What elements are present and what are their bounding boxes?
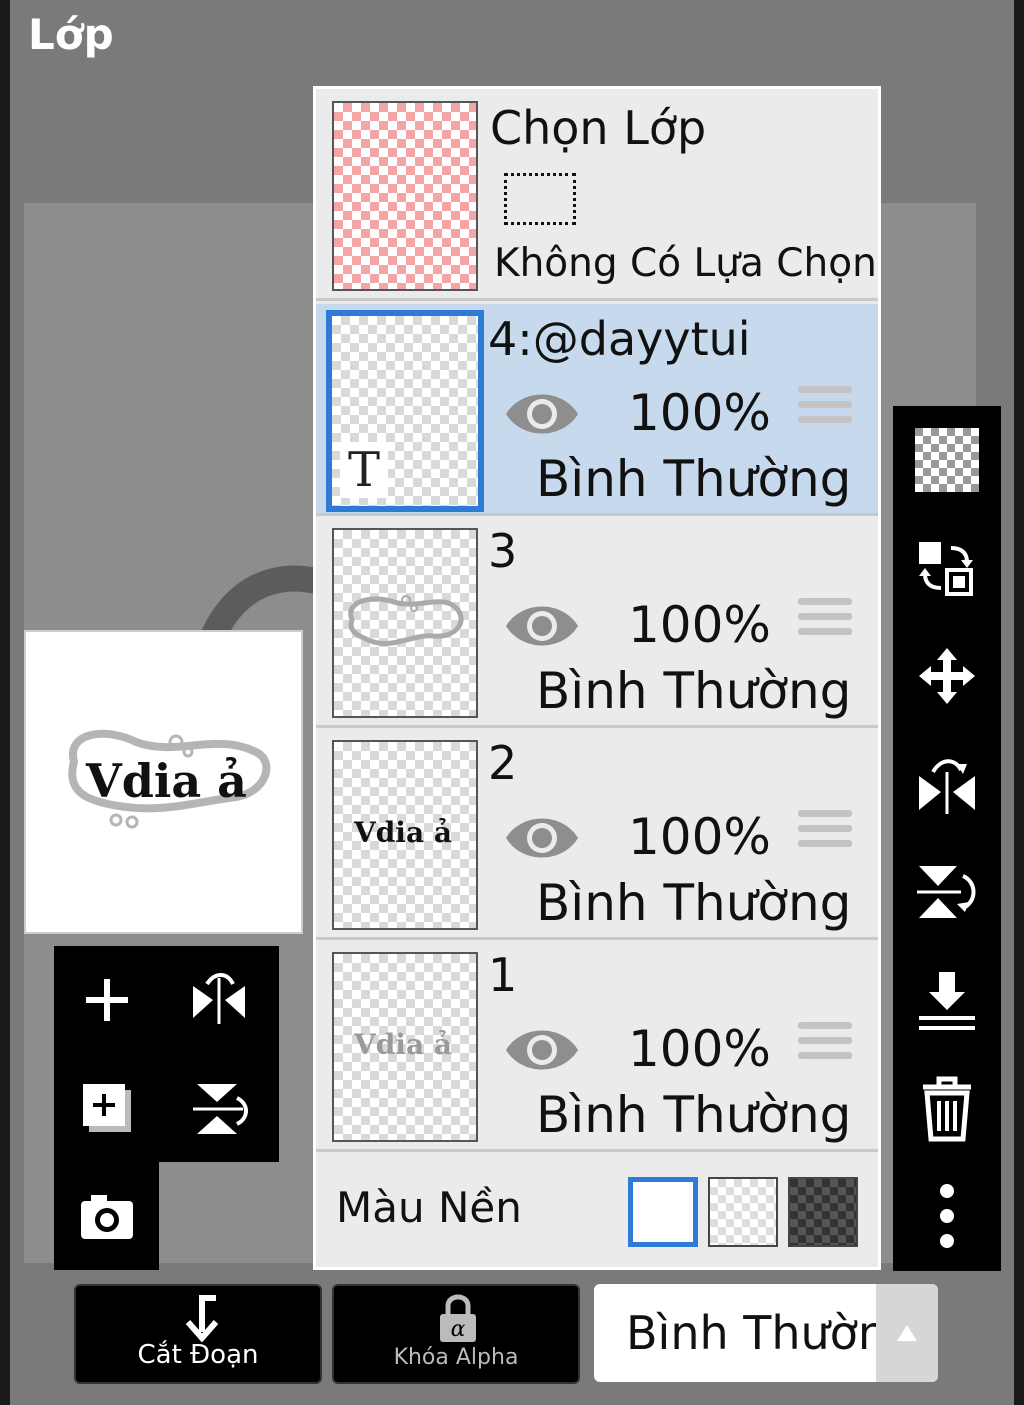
swap-icon: [919, 542, 973, 596]
blend-mode-value: Bình Thường: [626, 1306, 917, 1360]
trash-icon: [923, 1076, 971, 1142]
eye-icon[interactable]: [504, 388, 580, 440]
alpha-lock-button[interactable]: α Khóa Alpha: [332, 1284, 580, 1384]
flip-horizontal-icon: [193, 973, 245, 1024]
selection-marquee-icon: [504, 173, 576, 225]
move-icon: [919, 648, 975, 704]
selection-title: Chọn Lớp: [490, 101, 707, 155]
selection-thumbnail: [332, 101, 478, 291]
layer-row[interactable]: Vdia ả 1 100% Bình Thường: [316, 940, 878, 1152]
move-button[interactable]: [907, 636, 987, 716]
flip-vertical-icon: [917, 866, 976, 918]
layer-blend-mode: Bình Thường: [536, 450, 852, 508]
layer-blend-mode: Bình Thường: [536, 874, 852, 932]
layers-panel: Chọn Lớp Không Có Lựa Chọn T 4:@dayytui …: [313, 86, 881, 1270]
flip-vertical-layer-button[interactable]: [907, 852, 987, 932]
more-vertical-icon: [940, 1184, 954, 1248]
layer-thumbnail: [332, 528, 478, 718]
duplicate-layer-button[interactable]: [54, 1054, 159, 1162]
add-copy-icon: [82, 1084, 131, 1132]
bg-dark-checker-swatch[interactable]: [788, 1177, 858, 1247]
layer-thumbnail: T: [326, 310, 484, 512]
layer-thumbnail: Vdia ả: [332, 740, 478, 930]
flip-vertical-button[interactable]: [159, 1054, 279, 1162]
svg-text:α: α: [451, 1317, 466, 1342]
clipping-label: Cắt Đoạn: [137, 1340, 259, 1370]
layer-blend-mode: Bình Thường: [536, 1086, 852, 1144]
cloud-frame-icon: [348, 595, 464, 646]
more-options-button[interactable]: [907, 1176, 987, 1256]
flip-vertical-icon: [193, 1084, 248, 1134]
eye-icon[interactable]: [504, 812, 580, 864]
drag-handle-icon[interactable]: [798, 1022, 852, 1068]
merge-down-button[interactable]: [907, 960, 987, 1040]
layer-blend-mode: Bình Thường: [536, 662, 852, 720]
layer-thumbnail-text: Vdia ả: [354, 816, 452, 849]
plus-icon: [85, 979, 128, 1021]
clip-arrow-icon: [185, 1295, 219, 1342]
clipping-button[interactable]: Cắt Đoạn: [74, 1284, 322, 1384]
swap-layer-button[interactable]: [907, 528, 987, 608]
layer-thumbnail: Vdia ả: [332, 952, 478, 1142]
bg-white-swatch[interactable]: [628, 1177, 698, 1247]
layer-row[interactable]: T 4:@dayytui 100% Bình Thường: [316, 304, 878, 516]
checker-icon: [915, 428, 979, 492]
lock-icon: α: [440, 1294, 476, 1342]
page-title: Lớp: [28, 10, 114, 59]
preview-artwork: Vdia ả: [68, 729, 271, 829]
drag-handle-icon[interactable]: [798, 598, 852, 644]
merge-down-icon: [919, 972, 975, 1030]
layer-opacity: 100%: [628, 384, 771, 442]
add-layer-button[interactable]: [54, 946, 159, 1054]
layer-name: 1: [488, 948, 518, 1002]
camera-icon: [80, 1195, 133, 1239]
layer-opacity: 100%: [628, 1020, 771, 1078]
layer-row[interactable]: 3 100% Bình Thường: [316, 516, 878, 728]
flip-horizontal-layer-button[interactable]: [907, 744, 987, 824]
camera-button[interactable]: [54, 1162, 159, 1270]
layer-row[interactable]: Vdia ả 2 100% Bình Thường: [316, 728, 878, 940]
drag-handle-icon[interactable]: [798, 810, 852, 856]
selection-layer-row[interactable]: Chọn Lớp Không Có Lựa Chọn: [316, 89, 878, 301]
canvas-preview[interactable]: Vdia ả: [24, 630, 303, 934]
layer-opacity: 100%: [628, 596, 771, 654]
alpha-lock-label: Khóa Alpha: [393, 1345, 519, 1370]
preview-art-text: Vdia ả: [85, 754, 247, 808]
transparency-button[interactable]: [907, 420, 987, 500]
layers-screen: Lớp Vdia ả Chọn Lớp Không Có Lựa Chọn T …: [10, 0, 1014, 1405]
flip-horizontal-button[interactable]: [159, 946, 279, 1054]
layer-opacity: 100%: [628, 808, 771, 866]
text-layer-icon: T: [340, 442, 389, 498]
layer-thumbnail-text: Vdia ả: [354, 1028, 452, 1061]
selection-status: Không Có Lựa Chọn: [494, 241, 877, 286]
blend-mode-select[interactable]: Bình Thường: [594, 1284, 938, 1382]
eye-icon[interactable]: [504, 1024, 580, 1076]
bg-transparent-swatch[interactable]: [708, 1177, 778, 1247]
triangle-up-icon: [897, 1325, 917, 1341]
background-color-label: Màu Nền: [336, 1183, 522, 1232]
background-color-row: Màu Nền: [316, 1153, 878, 1267]
flip-horizontal-icon: [919, 759, 975, 814]
delete-layer-button[interactable]: [907, 1068, 987, 1148]
layer-name: 3: [488, 524, 518, 578]
right-toolbar: [893, 406, 1001, 1271]
eye-icon[interactable]: [504, 600, 580, 652]
layer-name: 2: [488, 736, 518, 790]
drag-handle-icon[interactable]: [798, 386, 852, 432]
layer-name: 4:@dayytui: [488, 312, 751, 366]
dropdown-arrow[interactable]: [876, 1284, 938, 1382]
